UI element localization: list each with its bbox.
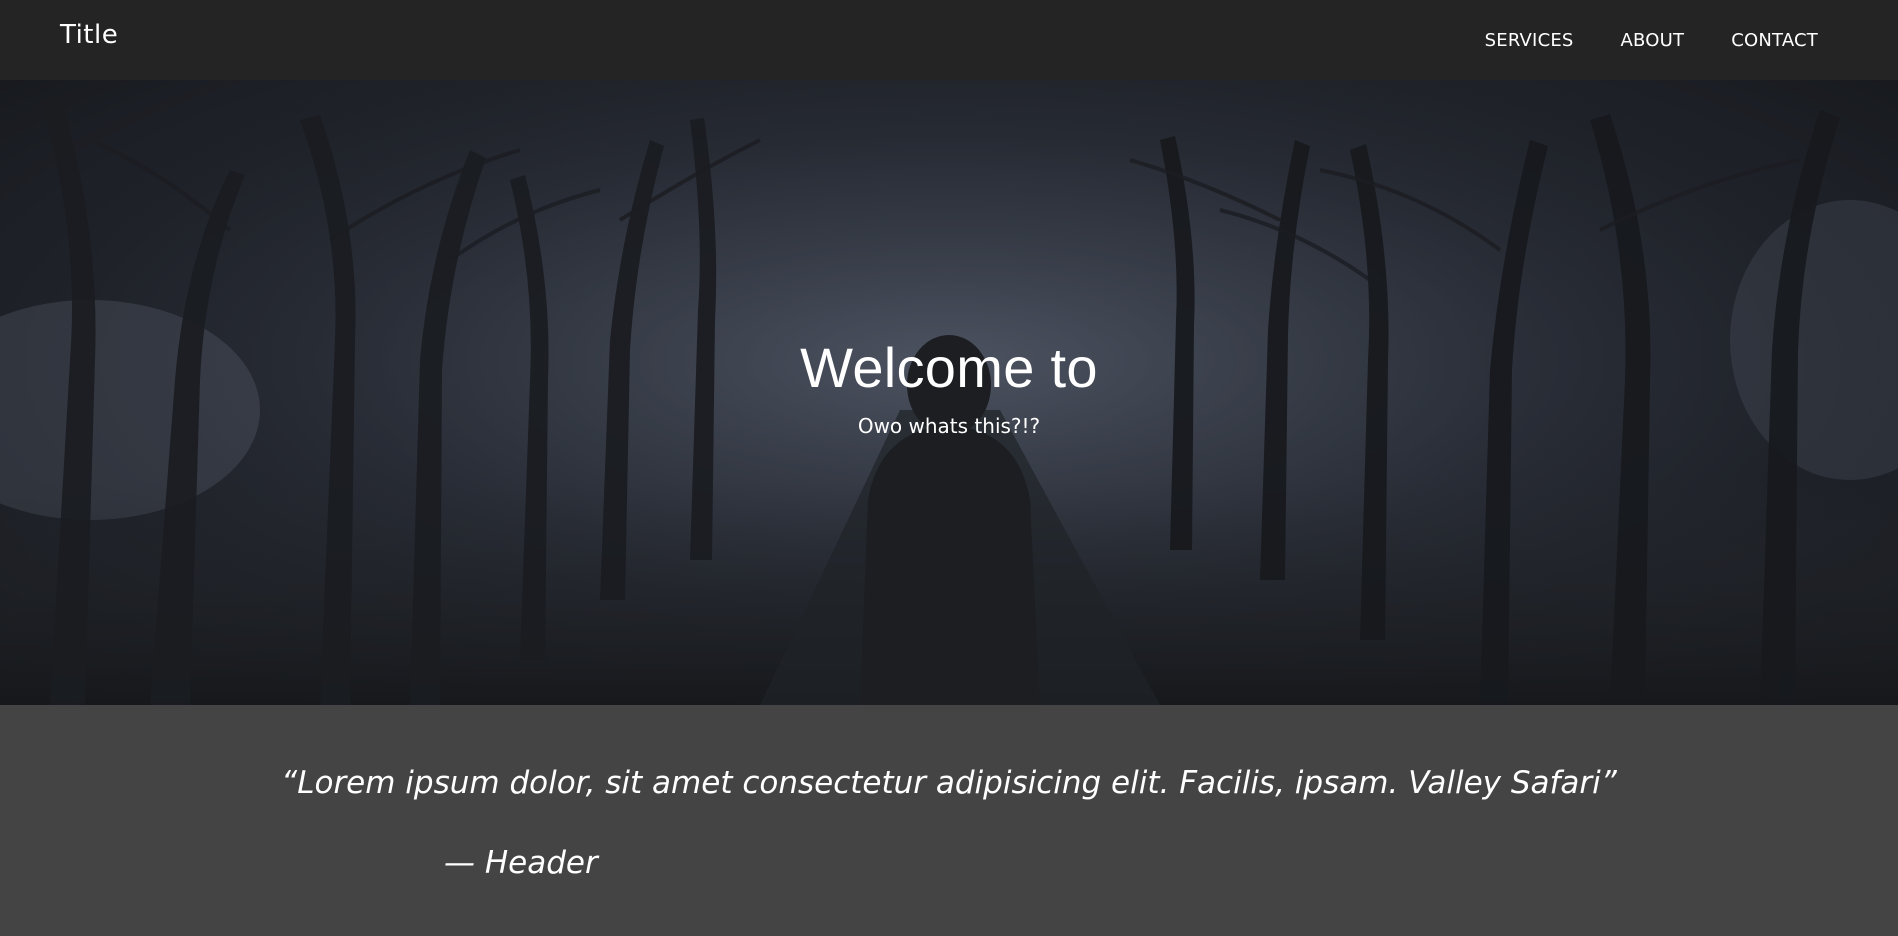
- nav-link-about[interactable]: ABOUT: [1621, 30, 1685, 51]
- top-navbar: Title SERVICES ABOUT CONTACT: [0, 0, 1898, 80]
- quote-text: “Lorem ipsum dolor, sit amet consectetur…: [281, 765, 1617, 801]
- quote-section: “Lorem ipsum dolor, sit amet consectetur…: [0, 705, 1898, 936]
- hero-text: Welcome to Owo whats this?!?: [0, 335, 1898, 438]
- quote-author: — Header: [444, 845, 598, 881]
- nav-links: SERVICES ABOUT CONTACT: [1485, 30, 1818, 51]
- nav-link-services[interactable]: SERVICES: [1485, 30, 1574, 51]
- nav-link-contact[interactable]: CONTACT: [1731, 30, 1818, 51]
- brand-title[interactable]: Title: [60, 20, 118, 50]
- hero-subtitle: Owo whats this?!?: [857, 414, 1041, 438]
- hero-title: Welcome to: [800, 336, 1098, 399]
- hero-section: Welcome to Owo whats this?!?: [0, 80, 1898, 705]
